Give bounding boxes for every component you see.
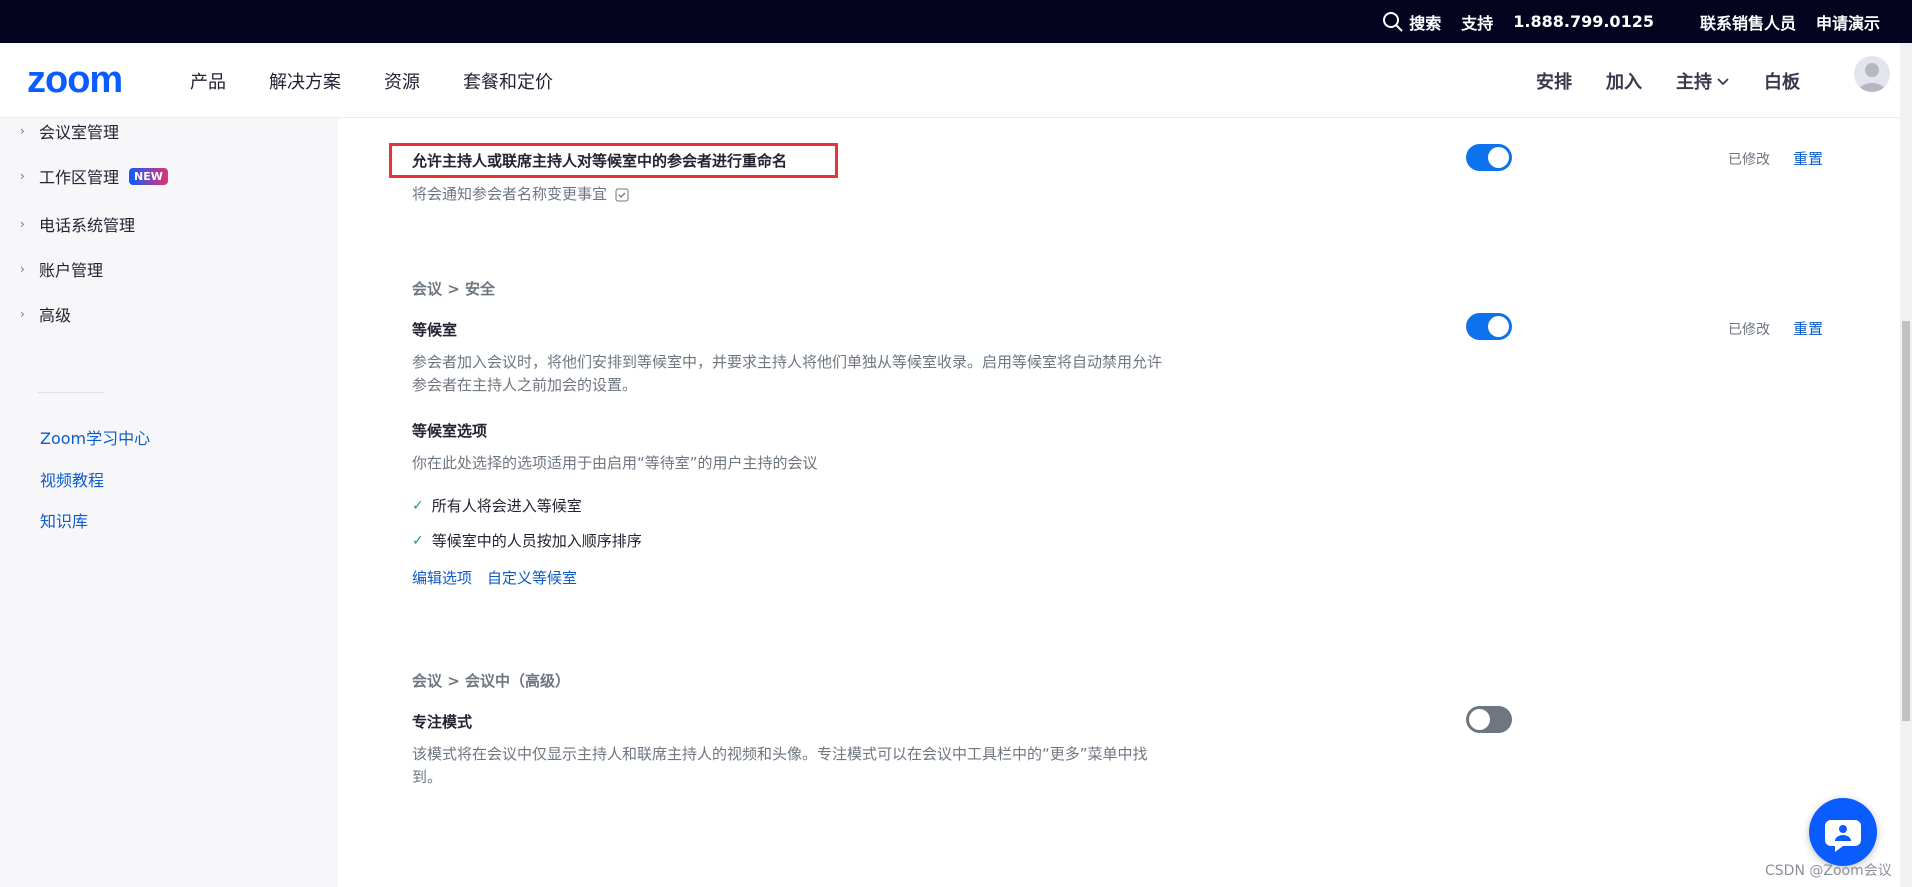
toggle-knob <box>1469 709 1490 730</box>
focus-mode-toggle[interactable] <box>1466 706 1512 733</box>
zoom-logo-mark: zoom <box>27 59 123 101</box>
toggle-knob <box>1488 147 1509 168</box>
search-icon <box>1383 11 1403 32</box>
focus-mode-description: 该模式将在会议中仅显示主持人和联席主持人的视频和头像。专注模式可以在会议中工具栏… <box>412 743 1212 789</box>
chat-support-button[interactable] <box>1809 798 1877 866</box>
advanced-section-header: 会议 > 会议中（高级） <box>412 672 571 690</box>
rename-setting-description: 将会通知参会者名称变更事宜 <box>412 183 629 206</box>
nav-products[interactable]: 产品 <box>190 68 226 94</box>
rename-description-text: 将会通知参会者名称变更事宜 <box>412 185 608 203</box>
chevron-right-icon: › <box>20 124 25 138</box>
waiting-room-description-line2: 参会者在主持人之前加会的设置。 <box>412 376 638 394</box>
knowledge-base-link[interactable]: 知识库 <box>40 508 88 532</box>
zoom-logo[interactable]: zoom <box>27 59 151 101</box>
edit-options-link[interactable]: 编辑选项 <box>412 567 472 588</box>
request-demo-link[interactable]: 申请演示 <box>1816 10 1880 34</box>
watermark-text: CSDN @Zoom会议 <box>1765 863 1892 879</box>
sidebar-divider <box>38 392 104 393</box>
sidebar-item-label: 电话系统管理 <box>39 216 136 235</box>
waiting-room-reset-link[interactable]: 重置 <box>1793 318 1823 339</box>
right-nav: 安排 加入 主持 白板 <box>1502 43 1800 118</box>
chat-bot-icon <box>1825 820 1861 852</box>
check-item-label: 所有人将会进入等候室 <box>431 497 582 515</box>
svg-text:zoom: zoom <box>27 63 122 97</box>
checkmark-icon: ✓ <box>412 497 424 514</box>
sidebar-item-label: 高级 <box>39 306 72 325</box>
avatar[interactable] <box>1854 56 1890 92</box>
focus-mode-description-line1: 该模式将在会议中仅显示主持人和联席主持人的视频和头像。专注模式可以在会议中工具栏… <box>412 745 1148 763</box>
contact-sales-link[interactable]: 联系销售人员 <box>1700 10 1796 34</box>
utility-links: 搜索 支持 1.888.799.0125 联系销售人员 申请演示 <box>1362 0 1880 43</box>
chevron-right-icon: › <box>20 217 25 231</box>
page-scrollbar[interactable] <box>1900 43 1912 887</box>
check-item-label: 等候室中的人员按加入顺序排序 <box>431 532 642 550</box>
check-item: ✓ 所有人将会进入等候室 <box>412 495 582 516</box>
sidebar-item-label: 账户管理 <box>39 261 104 280</box>
info-icon[interactable] <box>615 188 629 202</box>
focus-mode-description-line2: 到。 <box>412 768 443 786</box>
main-header: zoom 产品 解决方案 资源 套餐和定价 安排 加入 主持 白板 <box>0 43 1900 118</box>
sidebar-item-room-management[interactable]: › 会议室管理 <box>20 119 119 143</box>
whiteboard-link[interactable]: 白板 <box>1764 68 1800 94</box>
chevron-right-icon: › <box>20 262 25 276</box>
sidebar-item-account-management[interactable]: › 账户管理 <box>20 257 103 281</box>
nav-solutions[interactable]: 解决方案 <box>269 68 341 94</box>
user-icon <box>1858 63 1886 92</box>
toggle-knob <box>1488 316 1509 337</box>
host-dropdown[interactable]: 主持 <box>1676 68 1730 94</box>
checkmark-icon: ✓ <box>412 532 424 549</box>
rename-setting-title: 允许主持人或联席主持人对等候室中的参会者进行重命名 <box>412 152 788 170</box>
search-button[interactable]: 搜索 <box>1382 10 1441 34</box>
rename-reset-link[interactable]: 重置 <box>1793 148 1823 169</box>
check-item: ✓ 等候室中的人员按加入顺序排序 <box>412 530 642 551</box>
sidebar-item-label: 会议室管理 <box>39 123 120 142</box>
support-link[interactable]: 支持 <box>1461 10 1493 34</box>
search-label: 搜索 <box>1409 13 1442 33</box>
sidebar-item-phone-system[interactable]: › 电话系统管理 <box>20 212 135 236</box>
waiting-room-toggle[interactable] <box>1466 313 1512 340</box>
primary-nav: 产品 解决方案 资源 套餐和定价 <box>190 43 596 118</box>
chevron-right-icon: › <box>20 169 25 183</box>
waiting-room-options-title: 等候室选项 <box>412 422 488 440</box>
nav-pricing[interactable]: 套餐和定价 <box>463 68 553 94</box>
top-utility-bar: 搜索 支持 1.888.799.0125 联系销售人员 申请演示 <box>0 0 1912 43</box>
waiting-room-description-line1: 参会者加入会议时，将他们安排到等候室中，并要求主持人将他们单独从等候室收录。启用… <box>412 353 1163 371</box>
sidebar-item-workspace-management[interactable]: › 工作区管理 NEW <box>20 164 168 188</box>
rename-modified-label: 已修改 <box>1728 152 1770 168</box>
schedule-link[interactable]: 安排 <box>1536 68 1572 94</box>
sidebar-item-label: 工作区管理 <box>39 168 120 187</box>
host-label: 主持 <box>1676 71 1712 93</box>
nav-resources[interactable]: 资源 <box>384 68 420 94</box>
chevron-right-icon: › <box>20 307 25 321</box>
waiting-room-options-description: 你在此处选择的选项适用于由启用“等待室”的用户主持的会议 <box>412 454 818 472</box>
new-badge: NEW <box>129 167 168 185</box>
phone-link[interactable]: 1.888.799.0125 <box>1513 12 1654 31</box>
security-section-header: 会议 > 安全 <box>412 280 496 298</box>
waiting-room-modified-label: 已修改 <box>1728 322 1770 338</box>
sidebar-item-advanced[interactable]: › 高级 <box>20 302 71 326</box>
customize-waiting-room-link[interactable]: 自定义等候室 <box>487 567 577 588</box>
rename-toggle[interactable] <box>1466 144 1512 171</box>
learning-center-link[interactable]: Zoom学习中心 <box>40 425 150 449</box>
focus-mode-title: 专注模式 <box>412 713 473 731</box>
chevron-down-icon <box>1717 77 1729 85</box>
waiting-room-description: 参会者加入会议时，将他们安排到等候室中，并要求主持人将他们单独从等候室收录。启用… <box>412 351 1212 397</box>
waiting-room-title: 等候室 <box>412 321 458 339</box>
video-tutorials-link[interactable]: 视频教程 <box>40 467 104 491</box>
join-link[interactable]: 加入 <box>1606 68 1642 94</box>
scrollbar-thumb[interactable] <box>1902 321 1910 721</box>
